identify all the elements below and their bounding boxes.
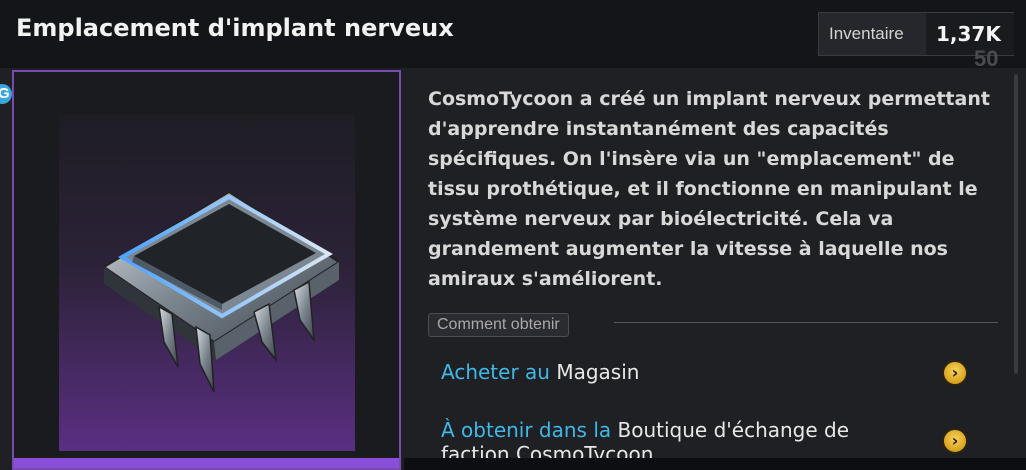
side-marker-letter: G (0, 85, 10, 102)
obtain-source-text: Acheter au Magasin (441, 360, 911, 384)
item-title: Emplacement d'implant nerveux (16, 14, 454, 42)
list-bottom-edge (404, 458, 1026, 470)
item-description: CosmoTycoon a créé un implant nerveux pe… (428, 88, 990, 290)
neural-implant-chip-icon (104, 192, 341, 393)
obtain-source-action: À obtenir dans la (441, 418, 612, 442)
obtain-source-action: Acheter au (441, 360, 550, 384)
section-divider (614, 322, 998, 323)
item-detail-panel: Emplacement d'implant nerveux Inventaire… (0, 0, 1026, 470)
inventory-label: Inventaire (829, 24, 904, 43)
side-marker-icon: G (0, 84, 12, 104)
chevron-right-icon[interactable]: › (942, 360, 968, 386)
chevron-right-icon[interactable]: › (942, 428, 968, 454)
item-rarity-bar (14, 458, 399, 468)
obtain-section-label: Comment obtenir (428, 313, 569, 337)
obtain-source-place: Magasin (556, 360, 640, 384)
description-scrollbar[interactable] (1014, 74, 1018, 374)
item-image-frame (12, 70, 401, 470)
inventory-count: 1,37K (936, 22, 1001, 46)
obtain-source-shop[interactable]: Acheter au Magasin › (441, 360, 1001, 394)
header: Emplacement d'implant nerveux Inventaire… (0, 0, 1026, 71)
background-number: 50 (974, 46, 999, 71)
